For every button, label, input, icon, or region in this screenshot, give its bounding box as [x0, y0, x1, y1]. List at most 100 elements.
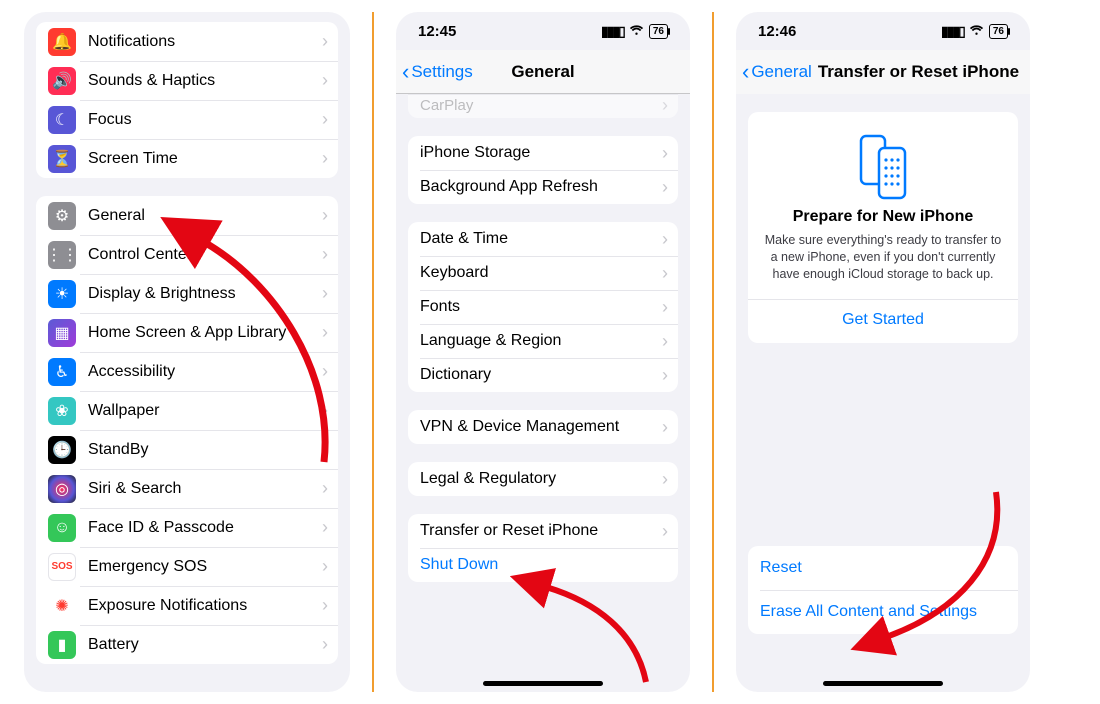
settings-row-keyboard[interactable]: Keyboard›: [408, 256, 678, 290]
settings-row-emergency-sos[interactable]: SOSEmergency SOS›: [36, 547, 338, 586]
row-label: Control Center: [88, 246, 322, 264]
row-label: Display & Brightness: [88, 285, 322, 303]
settings-row-legal-regulatory[interactable]: Legal & Regulatory›: [408, 462, 678, 496]
settings-row-focus[interactable]: ☾Focus›: [36, 100, 338, 139]
status-icons: ▮▮▮▯ 76: [941, 24, 1008, 39]
settings-row-dictionary[interactable]: Dictionary›: [408, 358, 678, 392]
row-label: Notifications: [88, 33, 322, 51]
settings-group-system: 🔔Notifications›🔊Sounds & Haptics›☾Focus›…: [36, 22, 338, 178]
chevron-right-icon: ›: [662, 229, 668, 250]
row-label: Battery: [88, 636, 322, 654]
settings-row-vpn-device-management[interactable]: VPN & Device Management›: [408, 410, 678, 444]
settings-row-carplay[interactable]: CarPlay ›: [408, 95, 678, 118]
settings-row-home-screen-app-library[interactable]: ▦Home Screen & App Library›: [36, 313, 338, 352]
row-label: Sounds & Haptics: [88, 72, 322, 90]
settings-row-siri-search[interactable]: ◎Siri & Search›: [36, 469, 338, 508]
settings-row-erase-all-content-and-settings[interactable]: Erase All Content and Settings: [748, 590, 1018, 634]
status-time: 12:46: [758, 23, 796, 40]
settings-row-background-app-refresh[interactable]: Background App Refresh›: [408, 170, 678, 204]
settings-row-notifications[interactable]: 🔔Notifications›: [36, 22, 338, 61]
settings-row-date-time[interactable]: Date & Time›: [408, 222, 678, 256]
chevron-right-icon: ›: [662, 417, 668, 438]
home-indicator[interactable]: [483, 681, 603, 686]
row-label: Background App Refresh: [420, 178, 662, 196]
row-label: VPN & Device Management: [420, 418, 662, 436]
settings-row-standby[interactable]: 🕒StandBy›: [36, 430, 338, 469]
speaker-icon: 🔊: [48, 67, 76, 95]
settings-row-display-brightness[interactable]: ☀ Display & Brightness›: [36, 274, 338, 313]
chevron-right-icon: ›: [322, 283, 328, 304]
nav-back-label: Settings: [411, 62, 472, 82]
status-time: 12:45: [418, 23, 456, 40]
row-label: Accessibility: [88, 363, 322, 381]
general-group-partial: CarPlay ›: [408, 94, 678, 118]
faceid-icon: ☺: [48, 514, 76, 542]
row-label: Reset: [760, 559, 1008, 577]
wifi-icon: [969, 24, 984, 39]
nav-back-button[interactable]: ‹ General: [736, 61, 812, 83]
standby-icon: 🕒: [48, 436, 76, 464]
row-label: Exposure Notifications: [88, 597, 322, 615]
gear-icon: ⚙: [48, 202, 76, 230]
chevron-right-icon: ›: [322, 634, 328, 655]
battery-icon: 76: [649, 24, 668, 39]
chevron-right-icon: ›: [322, 556, 328, 577]
row-label: Home Screen & App Library: [88, 324, 322, 342]
row-label: Siri & Search: [88, 480, 322, 498]
chevron-right-icon: ›: [322, 148, 328, 169]
settings-row-accessibility[interactable]: ♿︎Accessibility›: [36, 352, 338, 391]
siri-icon: ◎: [48, 475, 76, 503]
row-label: iPhone Storage: [420, 144, 662, 162]
exposure-icon: ✺: [48, 592, 76, 620]
chevron-right-icon: ›: [322, 517, 328, 538]
settings-row-face-id-passcode[interactable]: ☺Face ID & Passcode›: [36, 508, 338, 547]
row-label: Language & Region: [420, 332, 662, 350]
settings-row-iphone-storage[interactable]: iPhone Storage›: [408, 136, 678, 170]
row-label: Wallpaper: [88, 402, 322, 420]
general-group-legal: Legal & Regulatory›: [408, 462, 678, 496]
reset-actions-container: Reset Erase All Content and Settings: [736, 528, 1030, 652]
settings-row-sounds-haptics[interactable]: 🔊 Sounds & Haptics›: [36, 61, 338, 100]
switches-icon: ⋮⋮: [48, 241, 76, 269]
settings-row-general[interactable]: ⚙General›: [36, 196, 338, 235]
nav-back-button[interactable]: ‹ Settings: [396, 61, 473, 83]
general-group-vpn: VPN & Device Management›: [408, 410, 678, 444]
nav-bar: ‹ General Transfer or Reset iPhone: [736, 50, 1030, 94]
settings-row-reset[interactable]: Reset: [748, 546, 1018, 590]
settings-row-screen-time[interactable]: ⏳Screen Time›: [36, 139, 338, 178]
row-label: Date & Time: [420, 230, 662, 248]
row-label: Focus: [88, 111, 322, 129]
settings-row-shut-down[interactable]: Shut Down: [408, 548, 678, 582]
settings-row-exposure-notifications[interactable]: ✺Exposure Notifications›: [36, 586, 338, 625]
brightness-icon: ☀: [48, 280, 76, 308]
chevron-right-icon: ›: [322, 109, 328, 130]
nav-back-label: General: [751, 62, 811, 82]
settings-row-language-region[interactable]: Language & Region›: [408, 324, 678, 358]
get-started-button[interactable]: Get Started: [762, 299, 1004, 329]
homescreen-icon: ▦: [48, 319, 76, 347]
row-label: Erase All Content and Settings: [760, 603, 1008, 621]
row-label: StandBy: [88, 441, 322, 459]
chevron-left-icon: ‹: [402, 61, 409, 83]
settings-row-fonts[interactable]: Fonts›: [408, 290, 678, 324]
cellular-signal-icon: ▮▮▮▯: [601, 24, 624, 38]
settings-row-battery[interactable]: ▮Battery›: [36, 625, 338, 664]
settings-row-control-center[interactable]: ⋮⋮Control Center›: [36, 235, 338, 274]
nav-title: Transfer or Reset iPhone: [812, 62, 1030, 82]
nav-bar: ‹ Settings General: [396, 50, 690, 94]
row-label: CarPlay: [420, 97, 662, 114]
row-label: Legal & Regulatory: [420, 470, 662, 488]
row-label: Fonts: [420, 298, 662, 316]
reset-actions-group: Reset Erase All Content and Settings: [748, 546, 1018, 634]
row-label: Shut Down: [420, 556, 668, 574]
home-indicator[interactable]: [823, 681, 943, 686]
chevron-right-icon: ›: [322, 400, 328, 421]
bell-icon: 🔔: [48, 28, 76, 56]
settings-row-wallpaper[interactable]: ❀ Wallpaper›: [36, 391, 338, 430]
sos-icon: SOS: [48, 553, 76, 581]
chevron-right-icon: ›: [322, 70, 328, 91]
status-icons: ▮▮▮▯ 76: [601, 24, 668, 39]
chevron-right-icon: ›: [662, 143, 668, 164]
wallpaper-icon: ❀: [48, 397, 76, 425]
settings-row-transfer-or-reset-iphone[interactable]: Transfer or Reset iPhone›: [408, 514, 678, 548]
